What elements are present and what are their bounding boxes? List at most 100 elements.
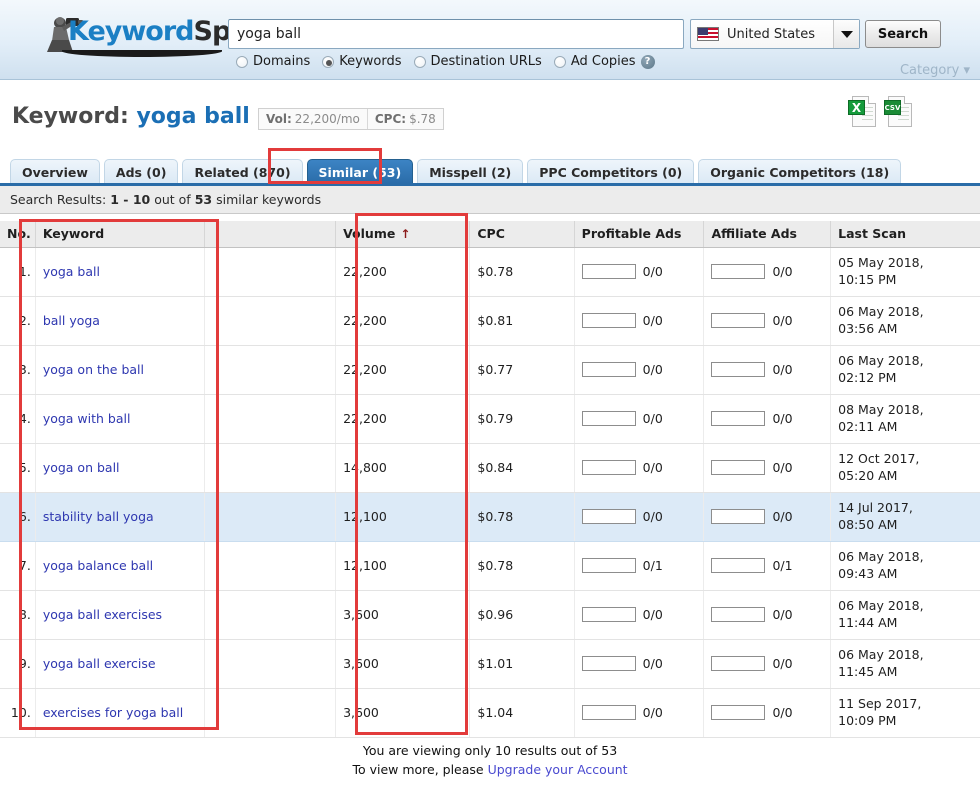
profitable-ads-bar [581, 264, 636, 279]
keyword-link[interactable]: yoga on the ball [43, 362, 144, 377]
row-spacer-cell [204, 247, 337, 297]
row-last-scan-cell: 08 May 2018, 02:11 AM [830, 394, 980, 444]
row-last-scan-cell: 06 May 2018, 11:44 AM [830, 590, 980, 640]
table-row[interactable]: 8. yoga ball exercises 3,600 $0.96 0/0 0/0 06 … [0, 590, 980, 640]
upgrade-account-link[interactable]: Upgrade your Account [488, 762, 628, 777]
table-row[interactable]: 1. yoga ball 22,200 $0.78 0/0 0/0 05 May 2018,… [0, 247, 980, 297]
row-profitable-ads-cell: 0/1 [574, 541, 705, 591]
category-dropdown[interactable]: Category ▾ [900, 63, 970, 78]
table-row[interactable]: 10. exercises for yoga ball 3,600 $1.04 0/0 0… [0, 688, 980, 738]
page-title-prefix: Keyword: [12, 104, 129, 129]
radio-ad-copies[interactable]: Ad Copies ? [553, 54, 655, 69]
keyword-link[interactable]: yoga balance ball [43, 558, 153, 573]
page-title: Keyword: yoga ball [12, 104, 250, 129]
keyword-link[interactable]: yoga ball [43, 264, 100, 279]
tab-similar[interactable]: Similar (53) [306, 159, 414, 184]
row-affiliate-ads-cell: 0/1 [703, 541, 832, 591]
country-select[interactable]: United States [690, 19, 860, 49]
export-excel-icon[interactable]: X [848, 96, 878, 130]
radio-destination-urls[interactable]: Destination URLs [413, 54, 542, 69]
row-keyword-cell: yoga ball exercise [35, 639, 205, 689]
column-header-affiliate-ads[interactable]: Affiliate Ads [703, 221, 832, 248]
table-row[interactable]: 5. yoga on ball 14,800 $0.84 0/0 0/0 12 Oct 20… [0, 443, 980, 493]
column-header-profitable-ads[interactable]: Profitable Ads [574, 221, 705, 248]
tab-misspell[interactable]: Misspell (2) [417, 159, 524, 184]
keyword-link[interactable]: yoga with ball [43, 411, 131, 426]
keywordspy-logo[interactable]: KeywordSpy™ [18, 8, 256, 57]
chevron-down-icon[interactable] [833, 20, 859, 48]
row-affiliate-ads-cell: 0/0 [703, 639, 832, 689]
affiliate-ads-value: 0/0 [772, 411, 793, 426]
column-header-keyword[interactable]: Keyword [35, 221, 205, 248]
csv-badge: CSV [884, 100, 901, 115]
search-button[interactable]: Search [865, 20, 941, 48]
row-keyword-cell: yoga balance ball [35, 541, 205, 591]
excel-badge: X [848, 100, 865, 115]
radio-domains[interactable]: Domains [236, 54, 310, 69]
last-scan-time: 03:56 AM [838, 320, 898, 336]
column-header-volume[interactable]: Volume ↑ [335, 221, 471, 248]
row-affiliate-ads-cell: 0/0 [703, 247, 832, 297]
keyword-link[interactable]: stability ball yoga [43, 509, 154, 524]
profitable-ads-value: 0/0 [642, 656, 663, 671]
profitable-ads-value: 0/0 [642, 362, 663, 377]
row-number: 3. [0, 345, 36, 395]
keyword-link[interactable]: yoga on ball [43, 460, 120, 475]
table-row[interactable]: 2. ball yoga 22,200 $0.81 0/0 0/0 06 May 2018,… [0, 296, 980, 346]
tab-organic-competitors[interactable]: Organic Competitors (18) [698, 159, 902, 184]
table-row[interactable]: 4. yoga with ball 22,200 $0.79 0/0 0/0 08 May … [0, 394, 980, 444]
column-header-cpc[interactable]: CPC [469, 221, 575, 248]
column-header-last-scan[interactable]: Last Scan [830, 221, 980, 248]
last-scan-time: 09:43 AM [838, 565, 898, 581]
radio-destination-urls-indicator[interactable] [413, 55, 426, 68]
table-body: 1. yoga ball 22,200 $0.78 0/0 0/0 05 May 2018,… [0, 247, 980, 738]
row-profitable-ads-cell: 0/0 [574, 345, 705, 395]
keyword-link[interactable]: exercises for yoga ball [43, 705, 183, 720]
row-last-scan-cell: 06 May 2018, 02:12 PM [830, 345, 980, 395]
logo-wordmark: KeywordSpy™ [68, 16, 256, 47]
keyword-link[interactable]: yoga ball exercise [43, 656, 156, 671]
tab-ppc-competitors[interactable]: PPC Competitors (0) [527, 159, 695, 184]
last-scan-date: 11 Sep 2017, [838, 696, 922, 711]
row-volume: 3,600 [335, 688, 471, 738]
keyword-link[interactable]: ball yoga [43, 313, 100, 328]
profitable-ads-value: 0/0 [642, 607, 663, 622]
radio-ad-copies-indicator[interactable] [553, 55, 566, 68]
radio-domains-indicator[interactable] [236, 55, 248, 68]
search-input[interactable] [228, 19, 684, 49]
row-volume: 12,100 [335, 492, 471, 542]
profitable-ads-value: 0/0 [642, 509, 663, 524]
tab-related[interactable]: Related (870) [182, 159, 303, 184]
affiliate-ads-bar [711, 313, 766, 328]
row-number: 2. [0, 296, 36, 346]
row-last-scan-cell: 06 May 2018, 11:45 AM [830, 639, 980, 689]
tab-ads[interactable]: Ads (0) [103, 159, 179, 184]
row-volume: 22,200 [335, 247, 471, 297]
export-csv-icon[interactable]: CSV [884, 96, 914, 130]
row-profitable-ads-cell: 0/0 [574, 247, 705, 297]
tab-overview[interactable]: Overview [10, 159, 100, 184]
row-number: 5. [0, 443, 36, 493]
last-scan-date: 06 May 2018, [838, 549, 924, 564]
affiliate-ads-value: 0/0 [772, 362, 793, 377]
row-cpc: $0.78 [469, 541, 575, 591]
radio-keywords[interactable]: Keywords [322, 54, 402, 69]
row-affiliate-ads-cell: 0/0 [703, 590, 832, 640]
last-scan-date: 06 May 2018, [838, 598, 924, 613]
radio-ad-copies-label: Ad Copies [570, 54, 636, 69]
table-header-row: No. Keyword Volume ↑ CPC Profitable Ads A… [0, 221, 980, 248]
keyword-link[interactable]: yoga ball exercises [43, 607, 162, 622]
table-row[interactable]: 6. stability ball yoga 12,100 $0.78 0/0 0/0 14… [0, 492, 980, 542]
affiliate-ads-bar [711, 264, 766, 279]
help-icon[interactable]: ? [640, 54, 655, 69]
table-row[interactable]: 7. yoga balance ball 12,100 $0.78 0/1 0/1 06 M… [0, 541, 980, 591]
row-volume: 22,200 [335, 345, 471, 395]
table-row[interactable]: 3. yoga on the ball 22,200 $0.77 0/0 0/0 06 Ma… [0, 345, 980, 395]
affiliate-ads-bar [711, 558, 766, 573]
table-row[interactable]: 9. yoga ball exercise 3,600 $1.01 0/0 0/0 06 M… [0, 639, 980, 689]
row-spacer-cell [204, 639, 337, 689]
radio-keywords-indicator[interactable] [322, 55, 335, 68]
row-number: 10. [0, 688, 36, 738]
column-header-no[interactable]: No. [0, 221, 36, 248]
profitable-ads-value: 0/0 [642, 313, 663, 328]
